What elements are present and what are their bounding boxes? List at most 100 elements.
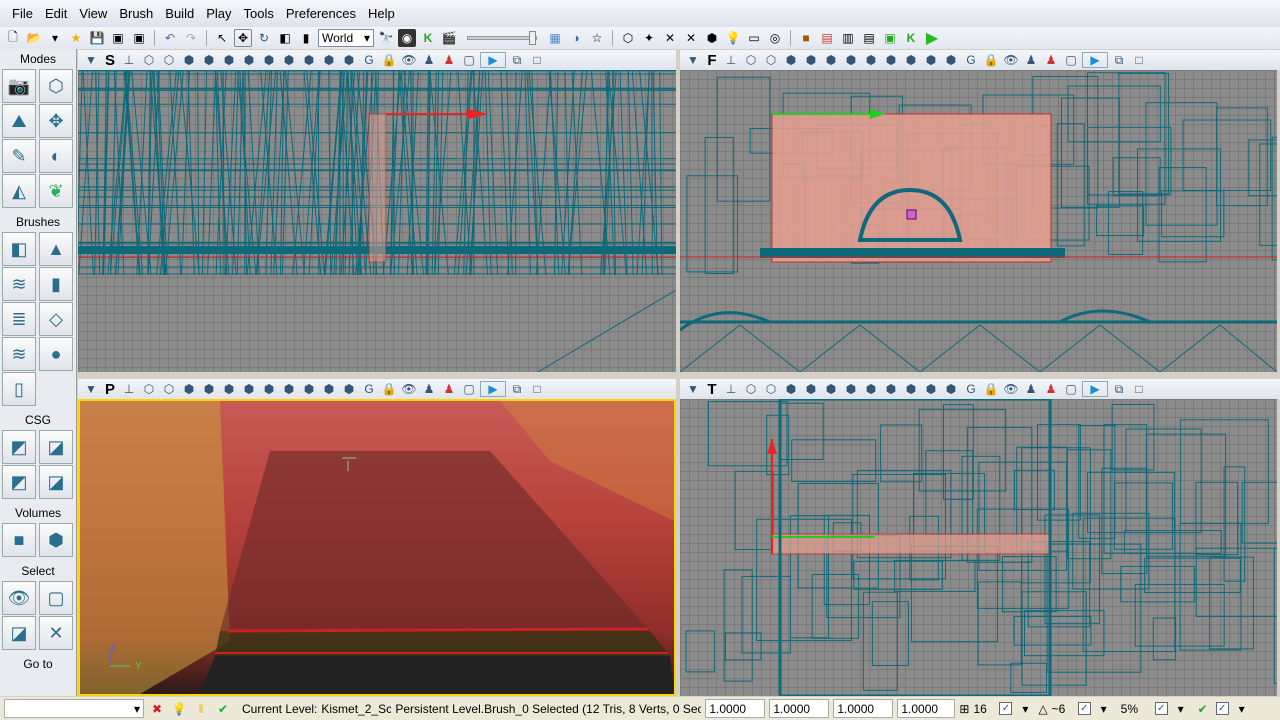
- camera-icon[interactable]: ⊥: [120, 381, 138, 397]
- select-none-button[interactable]: ✕: [39, 616, 73, 650]
- grid-snap-checkbox[interactable]: ✓: [999, 702, 1013, 715]
- menu-brush[interactable]: Brush: [113, 6, 159, 21]
- viewport-type-label[interactable]: F: [704, 52, 720, 69]
- translate-icon[interactable]: ✥: [234, 29, 252, 47]
- save-all-icon[interactable]: ▣: [109, 29, 127, 47]
- lock-icon[interactable]: 🔒: [982, 52, 1000, 68]
- camera-icon[interactable]: ⊥: [120, 52, 138, 68]
- sphere-brush-button[interactable]: ●: [39, 337, 73, 371]
- maximize-icon[interactable]: ▢: [460, 52, 478, 68]
- maximize-icon[interactable]: ▢: [1062, 381, 1080, 397]
- terrain-mode-button[interactable]: ⛰: [2, 104, 36, 138]
- wireframe-icon[interactable]: ⬡: [742, 52, 760, 68]
- linear-stair-button[interactable]: ≣: [2, 302, 36, 336]
- nonuniform-scale-icon[interactable]: ▮: [297, 29, 315, 47]
- menu-tools[interactable]: Tools: [238, 6, 280, 21]
- lock-icon[interactable]: 🔒: [380, 52, 398, 68]
- build-all-icon[interactable]: ⬢: [703, 29, 721, 47]
- unlit-icon[interactable]: ⬢: [782, 52, 800, 68]
- lock-viewport-icon[interactable]: ▼: [684, 381, 702, 397]
- world-icon[interactable]: ▦: [546, 29, 564, 47]
- detail-lighting-icon[interactable]: ⬢: [822, 52, 840, 68]
- save-level-icon[interactable]: ▣: [130, 29, 148, 47]
- drag-grid-x[interactable]: 1.0000: [705, 699, 766, 718]
- sound-icon[interactable]: ◎: [766, 29, 784, 47]
- build-paths-icon[interactable]: ✕: [661, 29, 679, 47]
- brush-wireframe-icon[interactable]: ⬡: [762, 381, 780, 397]
- scale-snap-dropdown[interactable]: ▾: [1172, 700, 1190, 718]
- lit-lightmap-icon[interactable]: ⬢: [942, 52, 960, 68]
- lock-icon[interactable]: 🔒: [982, 381, 1000, 397]
- light-complexity-icon[interactable]: ⬢: [260, 52, 278, 68]
- brush-wireframe-icon[interactable]: ⬡: [762, 52, 780, 68]
- landscape-button[interactable]: ◐: [39, 139, 73, 173]
- coordinate-system-select[interactable]: World ▾: [318, 29, 374, 47]
- lightmap-density-icon[interactable]: ⬢: [320, 52, 338, 68]
- lighting-quality-icon[interactable]: 💡: [724, 29, 742, 47]
- camera-icon[interactable]: ⊥: [722, 381, 740, 397]
- texture-density-icon[interactable]: ⬢: [280, 52, 298, 68]
- undo-icon[interactable]: ↶: [161, 29, 179, 47]
- brush-wireframe-icon[interactable]: ⬡: [160, 52, 178, 68]
- detail-lighting-icon[interactable]: ⬢: [220, 52, 238, 68]
- screen-icon[interactable]: ▭: [745, 29, 763, 47]
- restore-icon[interactable]: □: [528, 52, 546, 68]
- top-viewport[interactable]: [680, 399, 1277, 696]
- play-console-icon[interactable]: ▣: [881, 29, 899, 47]
- geometry-mode-button[interactable]: ⬡: [39, 69, 73, 103]
- csg-deintersect-button[interactable]: ◪: [39, 465, 73, 499]
- lit-lightmap-icon[interactable]: ⬢: [340, 52, 358, 68]
- grid-size-dropdown[interactable]: ▾: [1016, 700, 1034, 718]
- pie-icon[interactable]: ♟: [440, 381, 458, 397]
- wireframe-icon[interactable]: ⬡: [140, 52, 158, 68]
- play-in-editor-icon[interactable]: ▶: [923, 29, 941, 47]
- unlit-icon[interactable]: ⬢: [180, 381, 198, 397]
- texture-density-icon[interactable]: ⬢: [882, 381, 900, 397]
- game-view-icon[interactable]: G: [962, 381, 980, 397]
- lock-viewport-icon[interactable]: ▼: [684, 52, 702, 68]
- menu-play[interactable]: Play: [200, 6, 237, 21]
- wireframe-icon[interactable]: ⬡: [742, 381, 760, 397]
- play-icon[interactable]: ▶: [1082, 52, 1108, 68]
- shader-complexity-icon[interactable]: ⬢: [300, 52, 318, 68]
- kismet-play-icon[interactable]: K: [902, 29, 920, 47]
- viewport-type-label[interactable]: S: [102, 52, 118, 69]
- cone-brush-button[interactable]: ▲: [39, 232, 73, 266]
- menu-edit[interactable]: Edit: [39, 6, 73, 21]
- kismet-icon[interactable]: K: [419, 29, 437, 47]
- foliage-button[interactable]: ❦: [39, 174, 73, 208]
- scale-icon[interactable]: ◧: [276, 29, 294, 47]
- open-icon[interactable]: 📂: [25, 29, 43, 47]
- split-icon[interactable]: ⧉: [508, 381, 526, 397]
- csg-subtract-button[interactable]: ◪: [39, 430, 73, 464]
- binoculars-icon[interactable]: 🔭: [377, 29, 395, 47]
- rotation-snap-dropdown[interactable]: ▾: [1095, 700, 1113, 718]
- select-icon[interactable]: ↖: [213, 29, 231, 47]
- camera-mode-button[interactable]: 📷: [2, 69, 36, 103]
- brush-wireframe-icon[interactable]: ⬡: [160, 381, 178, 397]
- light-complexity-icon[interactable]: ⬢: [862, 381, 880, 397]
- document-icon[interactable]: ▤: [860, 29, 878, 47]
- lighting-only-icon[interactable]: ⬢: [842, 381, 860, 397]
- spiral-stair-button[interactable]: ≋: [2, 337, 36, 371]
- matinee-icon[interactable]: 🎬: [440, 29, 458, 47]
- build-lighting-icon[interactable]: ✦: [640, 29, 658, 47]
- lighting-only-icon[interactable]: ⬢: [842, 52, 860, 68]
- menu-preferences[interactable]: Preferences: [280, 6, 362, 21]
- build-geometry-icon[interactable]: ⬡: [619, 29, 637, 47]
- volumetric-brush-button[interactable]: ▯: [2, 372, 36, 406]
- lock-viewport-icon[interactable]: ▼: [82, 381, 100, 397]
- light-complexity-icon[interactable]: ⬢: [862, 52, 880, 68]
- sheet-brush-button[interactable]: ◇: [39, 302, 73, 336]
- play-icon[interactable]: ▶: [480, 52, 506, 68]
- menu-build[interactable]: Build: [159, 6, 200, 21]
- pie-icon[interactable]: ♟: [440, 52, 458, 68]
- rotate-icon[interactable]: ↻: [255, 29, 273, 47]
- side-viewport[interactable]: [78, 70, 676, 372]
- maximize-icon[interactable]: ▢: [1062, 52, 1080, 68]
- lit-lightmap-icon[interactable]: ⬢: [942, 381, 960, 397]
- add-volume-button[interactable]: ■: [2, 523, 36, 557]
- wireframe-icon[interactable]: ⬡: [140, 381, 158, 397]
- drag-grid-z[interactable]: 1.0000: [833, 699, 894, 718]
- autosave-checkbox[interactable]: ✓: [1215, 702, 1229, 715]
